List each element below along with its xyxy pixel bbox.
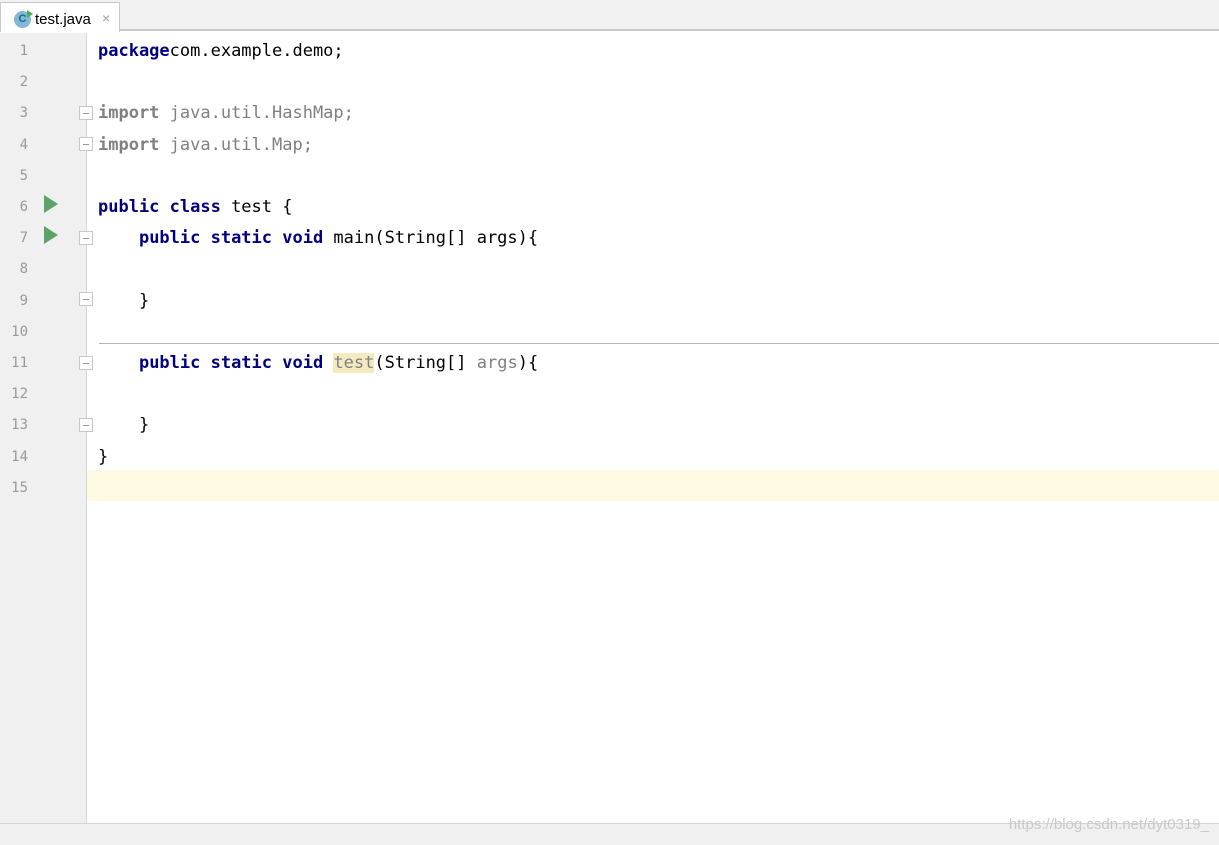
- code-token: public static void: [138, 228, 324, 248]
- line-number: 14: [11, 449, 28, 465]
- code-token: java.util.Map;: [159, 135, 313, 155]
- code-line[interactable]: public static void test(String[] args){: [98, 348, 538, 379]
- line-number-gutter: 1 2 3 4 5 6 7 8 9 10 11 12 13 14 15: [0, 33, 93, 823]
- editor-tab-bar: C test.java ×: [0, 0, 1219, 32]
- code-line[interactable]: import java.util.Map;: [98, 130, 313, 161]
- code-token: import: [98, 103, 160, 123]
- run-main-icon[interactable]: [44, 226, 58, 244]
- code-line[interactable]: }: [98, 286, 149, 317]
- code-line[interactable]: import java.util.HashMap;: [98, 98, 354, 129]
- close-icon[interactable]: ×: [102, 10, 110, 26]
- line-number: 12: [11, 386, 28, 402]
- class-file-icon: C: [14, 10, 33, 28]
- code-line[interactable]: public class test {: [98, 192, 292, 223]
- line-number: 5: [19, 168, 28, 184]
- watermark: https://blog.csdn.net/dyt0319_: [1008, 816, 1209, 833]
- code-token: public class: [98, 197, 221, 217]
- code-line[interactable]: public static void main(String[] args){: [98, 223, 538, 254]
- line-number: 1: [19, 43, 28, 59]
- line-number: 8: [19, 261, 28, 277]
- code-editor[interactable]: packagecom.example.demo; import java.util…: [87, 33, 1219, 823]
- code-token: test: [333, 353, 375, 373]
- line-number: 13: [11, 417, 28, 433]
- code-token: ){: [517, 353, 539, 373]
- code-line[interactable]: packagecom.example.demo;: [98, 36, 344, 67]
- code-token: (String[]: [374, 353, 477, 373]
- code-token: }: [98, 291, 150, 311]
- code-token: }: [98, 447, 109, 467]
- line-number: 3: [19, 105, 28, 121]
- line-number: 11: [11, 355, 28, 371]
- code-line[interactable]: }: [98, 410, 149, 441]
- line-number: 4: [19, 137, 28, 153]
- code-token: test {: [220, 197, 293, 217]
- line-number: 15: [11, 480, 28, 496]
- tab-test-java[interactable]: C test.java ×: [0, 2, 120, 32]
- code-token: com.example.demo;: [169, 41, 344, 61]
- code-token: import: [98, 135, 160, 155]
- code-token: }: [98, 415, 150, 435]
- code-token: package: [98, 41, 170, 61]
- line-number: 9: [19, 293, 28, 309]
- code-token: args: [476, 353, 518, 373]
- code-token: public static void: [138, 353, 324, 373]
- line-number: 2: [19, 74, 28, 90]
- tab-label: test.java: [35, 11, 91, 28]
- code-line[interactable]: }: [98, 442, 108, 473]
- line-number: 6: [19, 199, 28, 215]
- line-number: 7: [19, 230, 28, 246]
- line-number: 10: [11, 324, 28, 340]
- run-class-icon[interactable]: [44, 195, 58, 213]
- code-token: main(String[] args){: [323, 228, 539, 248]
- code-token: java.util.HashMap;: [159, 103, 354, 123]
